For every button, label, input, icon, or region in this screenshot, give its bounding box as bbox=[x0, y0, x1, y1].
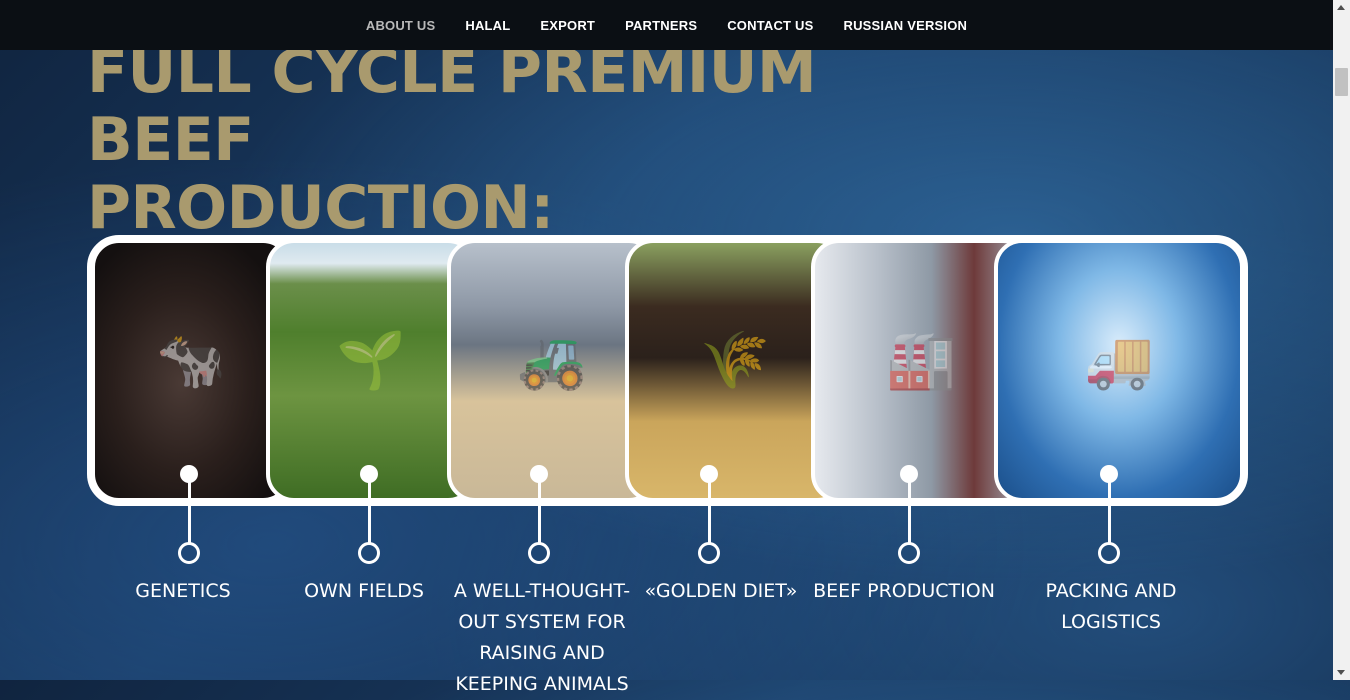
step-label-golden-diet: «GOLDEN DIET» bbox=[644, 580, 798, 602]
page-headline: FULL CYCLE PREMIUM BEEF PRODUCTION: bbox=[87, 38, 987, 242]
scrollbar-thumb[interactable] bbox=[1335, 68, 1348, 96]
marker-line bbox=[187, 477, 191, 543]
crop-field-image: 🌱 bbox=[266, 239, 476, 502]
marker-line bbox=[537, 477, 541, 543]
top-navigation: ABOUT US HALAL EXPORT PARTNERS CONTACT U… bbox=[0, 0, 1333, 50]
step-label-line: OUT SYSTEM FOR bbox=[458, 611, 626, 633]
scroll-up-arrow-icon[interactable] bbox=[1337, 5, 1345, 10]
cow-icon: 🐄 bbox=[156, 328, 226, 392]
step-label-line: PACKING AND bbox=[1045, 580, 1177, 602]
step-label-line: KEEPING ANIMALS bbox=[455, 673, 629, 695]
marker-line bbox=[707, 477, 711, 543]
step-label-genetics: GENETICS bbox=[135, 580, 231, 602]
step-label-beef-production: BEEF PRODUCTION bbox=[813, 580, 995, 602]
marker-ring-icon bbox=[178, 542, 200, 564]
marker-ring-icon bbox=[358, 542, 380, 564]
scroll-down-arrow-icon[interactable] bbox=[1337, 670, 1345, 675]
nav-halal[interactable]: HALAL bbox=[465, 18, 510, 33]
headline-line-1: FULL CYCLE PREMIUM BEEF bbox=[87, 37, 817, 175]
step-label-packing-logistics: PACKING AND LOGISTICS bbox=[1026, 576, 1196, 638]
step-label-raising-system: A WELL-THOUGHT- OUT SYSTEM FOR RAISING A… bbox=[447, 576, 637, 700]
marker-ring-icon bbox=[1098, 542, 1120, 564]
cow-portrait-image: 🐄 bbox=[91, 239, 291, 502]
tractor-icon: 🚜 bbox=[517, 328, 587, 392]
marker-line bbox=[367, 477, 371, 543]
step-label-line: RAISING AND bbox=[479, 642, 605, 664]
headline-line-2: PRODUCTION: bbox=[87, 173, 554, 243]
field-icon: 🌱 bbox=[336, 328, 406, 392]
nav-partners[interactable]: PARTNERS bbox=[625, 18, 697, 33]
nav-russian-version[interactable]: RUSSIAN VERSION bbox=[843, 18, 967, 33]
truck-logistics-image: 🚚 bbox=[994, 239, 1244, 502]
marker-line bbox=[907, 477, 911, 543]
nav-contact-us[interactable]: CONTACT US bbox=[727, 18, 813, 33]
nav-export[interactable]: EXPORT bbox=[540, 18, 595, 33]
marker-ring-icon bbox=[898, 542, 920, 564]
marker-line bbox=[1107, 477, 1111, 543]
hay-icon: 🌾 bbox=[700, 328, 770, 392]
production-image-strip: 🐄 🌱 🚜 🌾 🏭 🚚 bbox=[87, 235, 1248, 506]
factory-icon: 🏭 bbox=[886, 328, 956, 392]
step-label-own-fields: OWN FIELDS bbox=[304, 580, 424, 602]
marker-ring-icon bbox=[698, 542, 720, 564]
marker-ring-icon bbox=[528, 542, 550, 564]
step-label-line: LOGISTICS bbox=[1061, 611, 1161, 633]
step-label-line: A WELL-THOUGHT- bbox=[453, 580, 631, 602]
page-scrollbar[interactable] bbox=[1333, 0, 1350, 680]
nav-about-us[interactable]: ABOUT US bbox=[366, 18, 436, 33]
truck-icon: 🚚 bbox=[1084, 328, 1154, 392]
